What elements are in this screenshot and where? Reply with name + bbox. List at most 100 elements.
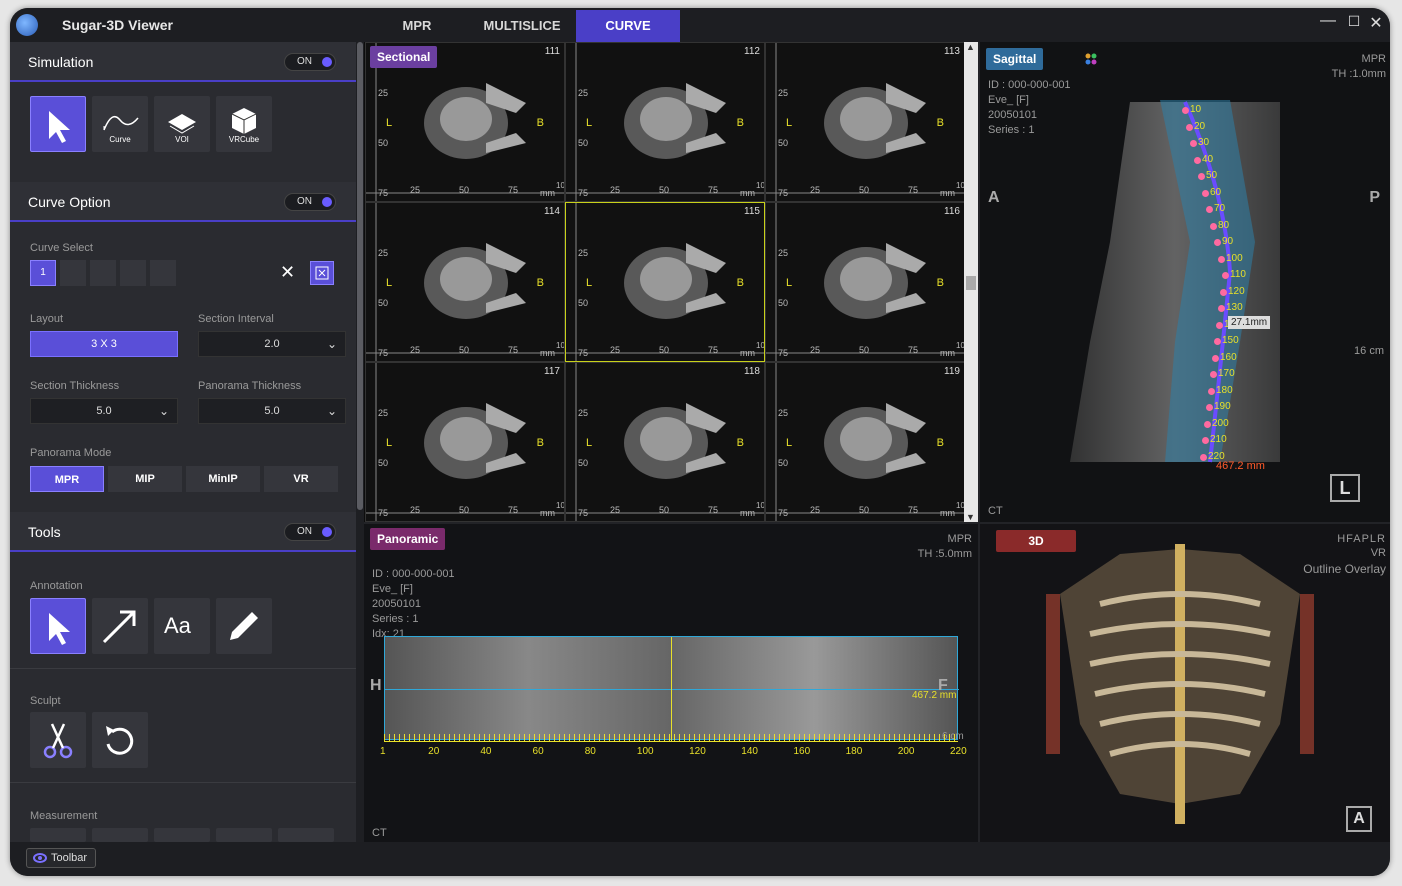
sagittal-left-direction: A [988,189,1000,206]
scrollbar-thumb[interactable] [357,42,363,510]
curve-point-label: 70 [1214,203,1226,214]
curve-point-label: 160 [1220,351,1237,363]
measure-tool-2[interactable] [92,828,148,842]
curve-point-label: 20 [1194,120,1206,132]
tab-multislice[interactable]: MULTISLICE [472,10,572,42]
close-icon[interactable]: ✕ [1366,13,1386,33]
curve-slot-5[interactable] [150,260,176,286]
panorama-thickness-select[interactable]: 5.0 ⌄ [198,398,346,424]
curve-slot-2[interactable] [60,260,86,286]
tools-toggle[interactable]: ON [284,523,336,541]
curve-control-point[interactable] [1198,173,1205,180]
measure-tool-5[interactable] [278,828,334,842]
vr-corner-orientation: A [1346,806,1372,832]
curve-control-point[interactable] [1214,239,1221,246]
sagittal-series: Series : 1 [988,124,1035,136]
measure-tool-3[interactable] [154,828,210,842]
layout-select[interactable]: 3 X 3 [30,331,178,357]
unit-label: mm [940,188,955,198]
unit-tail: 10 [556,341,565,350]
tab-curve[interactable]: CURVE [576,10,680,42]
sectional-cell[interactable]: 116 L B 25 50 75 25 50 75 mm 10 [765,202,965,362]
section-thickness-select[interactable]: 5.0 ⌄ [30,398,178,424]
left-panel-scrollbar[interactable] [356,42,364,842]
sectional-cell[interactable]: 115 L B 25 50 75 25 50 75 mm 10 [565,202,765,362]
left-marker: L [586,277,593,289]
x-tick: 75 [508,345,519,355]
panoramic-viewport[interactable]: Panoramic MPR TH :5.0mm ID : 000-000-001… [364,524,978,842]
sectional-scrollbar[interactable]: ▲ ▼ [964,42,978,522]
delete-curve-icon[interactable]: ✕ [280,262,295,283]
curve-control-point[interactable] [1202,437,1209,444]
sectional-viewport[interactable]: 111 L B 25 50 75 25 50 75 mm 10 112 L B 25 50 75 25 50 75 mm… [364,42,966,522]
panorama-mode-vr[interactable]: VR [264,466,338,492]
sagittal-image [1070,100,1280,463]
curve-control-point[interactable] [1218,305,1225,312]
y-tick: 50 [778,298,789,308]
palette-icon[interactable] [1084,52,1098,66]
panoramic-left-direction: H [370,677,382,694]
curve-control-point[interactable] [1190,140,1197,147]
arrow-annotation-button[interactable] [92,598,148,654]
sectional-cell[interactable]: 119 L B 25 50 75 25 50 75 mm 10 [765,362,965,522]
tab-mpr[interactable]: MPR [382,10,452,42]
select-tool-button[interactable] [30,96,86,152]
left-marker: L [386,117,393,129]
curve-control-point[interactable] [1200,453,1207,461]
sectional-cell[interactable]: 117 L B 25 50 75 25 50 75 mm 10 [365,362,565,522]
curve-control-point[interactable] [1204,420,1211,428]
curve-control-point[interactable] [1194,156,1201,164]
curve-control-point[interactable] [1182,107,1189,114]
sculpt-cut-button[interactable] [30,712,86,768]
curve-control-point[interactable] [1212,354,1219,362]
sectional-cell[interactable]: 114 L B 25 50 75 25 50 75 mm 10 [365,202,565,362]
toolbar-button[interactable]: Toolbar [26,848,97,868]
sectional-cell[interactable]: 118 L B 25 50 75 25 50 75 mm 10 [565,362,765,522]
measure-tool-4[interactable] [216,828,272,842]
curve-control-point[interactable] [1208,387,1215,395]
measure-tool-1[interactable] [30,828,86,842]
voi-tool-button[interactable]: VOI [154,96,210,152]
curve-control-point[interactable] [1220,288,1227,296]
curve-control-point[interactable] [1216,321,1223,329]
curve-control-point[interactable] [1206,404,1213,411]
curve-control-point[interactable] [1202,189,1209,197]
panorama-mode-mip[interactable]: MIP [108,466,182,492]
minimize-icon[interactable]: — [1318,12,1338,30]
maximize-icon[interactable]: ☐ [1344,13,1364,30]
x-tick: 75 [908,505,919,515]
curve-control-point[interactable] [1214,338,1221,345]
scrollbar-thumb[interactable] [966,276,976,290]
section-interval-select[interactable]: 2.0 ⌄ [198,331,346,357]
unit-label: mm [940,348,955,358]
vrcube-tool-button[interactable]: VRCube [216,96,272,152]
sectional-cell[interactable]: 112 L B 25 50 75 25 50 75 mm 10 [565,42,765,202]
curve-slot-1[interactable]: 1 [30,260,56,286]
sculpt-undo-button[interactable] [92,712,148,768]
curve-control-point[interactable] [1210,371,1217,378]
clear-all-curves-icon[interactable] [310,261,334,285]
curve-option-toggle[interactable]: ON [284,193,336,211]
panorama-mode-mpr[interactable]: MPR [30,466,104,492]
curve-control-point[interactable] [1222,272,1229,279]
panoramic-slice-marker[interactable] [671,637,672,741]
panorama-mode-minip[interactable]: MinIP [186,466,260,492]
panoramic-modality: CT [372,827,387,839]
pen-annotation-button[interactable] [216,598,272,654]
annotation-select-button[interactable] [30,598,86,654]
sagittal-viewport[interactable]: 1020304050607080901001101201301401501601… [980,42,1390,522]
curve-control-point[interactable] [1218,255,1225,263]
vr-3d-viewport[interactable]: 3D HFAPLR VR Outline Overlay A [980,524,1390,842]
scroll-down-icon[interactable]: ▼ [966,512,975,522]
text-annotation-button[interactable]: Aa [154,598,210,654]
scroll-up-icon[interactable]: ▲ [966,42,975,52]
curve-slot-3[interactable] [90,260,116,286]
x-tick: 25 [410,185,421,195]
curve-control-point[interactable] [1210,222,1217,230]
curve-slot-4[interactable] [120,260,146,286]
simulation-toggle[interactable]: ON [284,53,336,71]
curve-tool-button[interactable]: Curve [92,96,148,152]
sectional-cell[interactable]: 113 L B 25 50 75 25 50 75 mm 10 [765,42,965,202]
curve-control-point[interactable] [1206,206,1213,213]
curve-control-point[interactable] [1186,123,1193,131]
